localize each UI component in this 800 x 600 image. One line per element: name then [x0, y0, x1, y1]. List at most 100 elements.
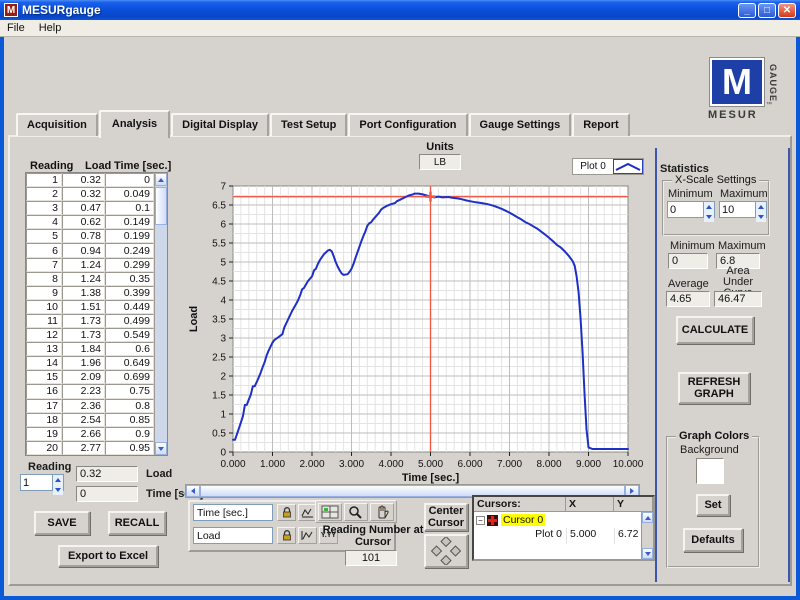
save-button[interactable]: SAVE [34, 511, 90, 535]
table-cell[interactable]: 1.24 [62, 272, 105, 286]
table-cell[interactable]: 19 [26, 427, 62, 441]
table-scroll-thumb[interactable] [155, 187, 167, 225]
table-cell[interactable]: 0.1 [105, 201, 154, 215]
table-cell[interactable]: 0.35 [105, 272, 154, 286]
table-cell[interactable]: 1.38 [62, 286, 105, 300]
table-cell[interactable]: 15 [26, 370, 62, 384]
table-cell[interactable]: 9 [26, 286, 62, 300]
table-cell[interactable]: 6 [26, 243, 62, 257]
spin-up-icon[interactable] [756, 202, 766, 212]
export-to-excel-button[interactable]: Export to Excel [58, 545, 158, 567]
table-cell[interactable]: 7 [26, 258, 62, 272]
xscale-max-stepper[interactable]: 10 [719, 201, 767, 218]
y-autoscale-icon[interactable] [298, 527, 317, 544]
table-cell[interactable]: 0.199 [105, 229, 154, 243]
tab-report[interactable]: Report [572, 113, 629, 136]
menu-help[interactable]: Help [32, 21, 69, 35]
spin-down-icon[interactable] [756, 212, 766, 222]
table-cell[interactable]: 0.85 [105, 413, 154, 427]
pan-hand-tool-icon[interactable] [370, 503, 394, 521]
table-cell[interactable]: 10 [26, 300, 62, 314]
tab-test-setup[interactable]: Test Setup [270, 113, 347, 136]
table-cell[interactable]: 0.149 [105, 215, 154, 229]
table-cell[interactable]: 1.96 [62, 356, 105, 370]
table-scroll-track[interactable] [155, 186, 167, 442]
table-scrollbar[interactable] [154, 173, 167, 455]
table-cell[interactable]: 0.499 [105, 314, 154, 328]
cursors-scroll-up-icon[interactable] [642, 512, 653, 523]
table-cell[interactable]: 1.73 [62, 314, 105, 328]
recall-button[interactable]: RECALL [108, 511, 166, 535]
refresh-graph-button[interactable]: REFRESH GRAPH [678, 372, 750, 404]
xscale-min-value[interactable]: 0 [668, 202, 703, 217]
y-axis-name-field[interactable]: Load [193, 527, 273, 544]
spin-down-icon[interactable] [704, 212, 714, 222]
table-cell[interactable]: 11 [26, 314, 62, 328]
table-cell[interactable]: 0.699 [105, 370, 154, 384]
table-cell[interactable]: 1.51 [62, 300, 105, 314]
spin-up-icon[interactable] [53, 475, 63, 485]
cursors-scroll-down-icon[interactable] [642, 548, 653, 559]
table-cell[interactable]: 2.23 [62, 384, 105, 398]
table-cell[interactable]: 8 [26, 272, 62, 286]
tab-acquisition[interactable]: Acquisition [16, 113, 98, 136]
scroll-left-icon[interactable] [186, 485, 200, 497]
table-cell[interactable]: 0.47 [62, 201, 105, 215]
scroll-down-icon[interactable] [155, 442, 167, 455]
maximize-button[interactable]: □ [758, 3, 776, 18]
crosshair-tool-icon[interactable] [318, 503, 342, 521]
title-bar[interactable]: M MESURgauge _ □ ✕ [0, 0, 800, 20]
table-cell[interactable]: 0.94 [62, 243, 105, 257]
reading-stepper[interactable]: 1 [20, 474, 64, 491]
table-cell[interactable]: 0.049 [105, 187, 154, 201]
table-cell[interactable]: 14 [26, 356, 62, 370]
table-cell[interactable]: 2 [26, 187, 62, 201]
table-cell[interactable]: 0.399 [105, 286, 154, 300]
zoom-tool-icon[interactable] [344, 503, 368, 521]
table-cell[interactable]: 0.549 [105, 328, 154, 342]
table-cell[interactable]: 0.32 [62, 187, 105, 201]
background-color-swatch[interactable] [696, 458, 724, 484]
y-axis-lock-icon[interactable] [277, 527, 296, 544]
table-cell[interactable]: 2.36 [62, 399, 105, 413]
load-chart-svg[interactable]: 0.0001.0002.0003.0004.0005.0006.0007.000… [183, 146, 655, 484]
cursor-name[interactable]: Cursor 0 [501, 514, 545, 526]
cursor-move-pad-button[interactable] [424, 534, 468, 568]
tab-digital-display[interactable]: Digital Display [171, 113, 269, 136]
table-cell[interactable]: 1 [26, 173, 62, 187]
table-cell[interactable]: 2.54 [62, 413, 105, 427]
table-cell[interactable]: 18 [26, 413, 62, 427]
reading-stepper-value[interactable]: 1 [21, 475, 52, 490]
table-cell[interactable]: 0.249 [105, 243, 154, 257]
tab-gauge-settings[interactable]: Gauge Settings [469, 113, 572, 136]
table-cell[interactable]: 3 [26, 201, 62, 215]
table-cell[interactable]: 0.649 [105, 356, 154, 370]
table-cell[interactable]: 17 [26, 399, 62, 413]
spin-down-icon[interactable] [53, 485, 63, 495]
xscale-min-stepper[interactable]: 0 [667, 201, 715, 218]
x-axis-lock-icon[interactable] [277, 504, 296, 521]
table-cell[interactable]: 0.75 [105, 384, 154, 398]
table-cell[interactable]: 12 [26, 328, 62, 342]
center-cursor-button[interactable]: Center Cursor [424, 503, 468, 531]
cursors-scrollbar[interactable] [641, 512, 653, 559]
tree-collapse-icon[interactable]: − [476, 516, 485, 525]
table-cell[interactable]: 20 [26, 441, 62, 455]
table-cell[interactable]: 0 [105, 173, 154, 187]
cursor-plot-row[interactable]: Plot 0 5.000 6.72 [474, 528, 641, 544]
table-cell[interactable]: 0.78 [62, 229, 105, 243]
table-cell[interactable]: 0.299 [105, 258, 154, 272]
minimize-button[interactable]: _ [738, 3, 756, 18]
table-cell[interactable]: 2.77 [62, 441, 105, 455]
table-cell[interactable]: 1.84 [62, 342, 105, 356]
table-cell[interactable]: 0.9 [105, 427, 154, 441]
table-cell[interactable]: 4 [26, 215, 62, 229]
table-cell[interactable]: 0.8 [105, 399, 154, 413]
table-cell[interactable]: 0.449 [105, 300, 154, 314]
cursor-row[interactable]: − Cursor 0 [474, 512, 641, 528]
set-color-button[interactable]: Set [696, 494, 730, 516]
x-axis-name-field[interactable]: Time [sec.] [193, 504, 273, 521]
table-cell[interactable]: 0.62 [62, 215, 105, 229]
scroll-up-icon[interactable] [155, 173, 167, 186]
calculate-button[interactable]: CALCULATE [676, 316, 754, 344]
